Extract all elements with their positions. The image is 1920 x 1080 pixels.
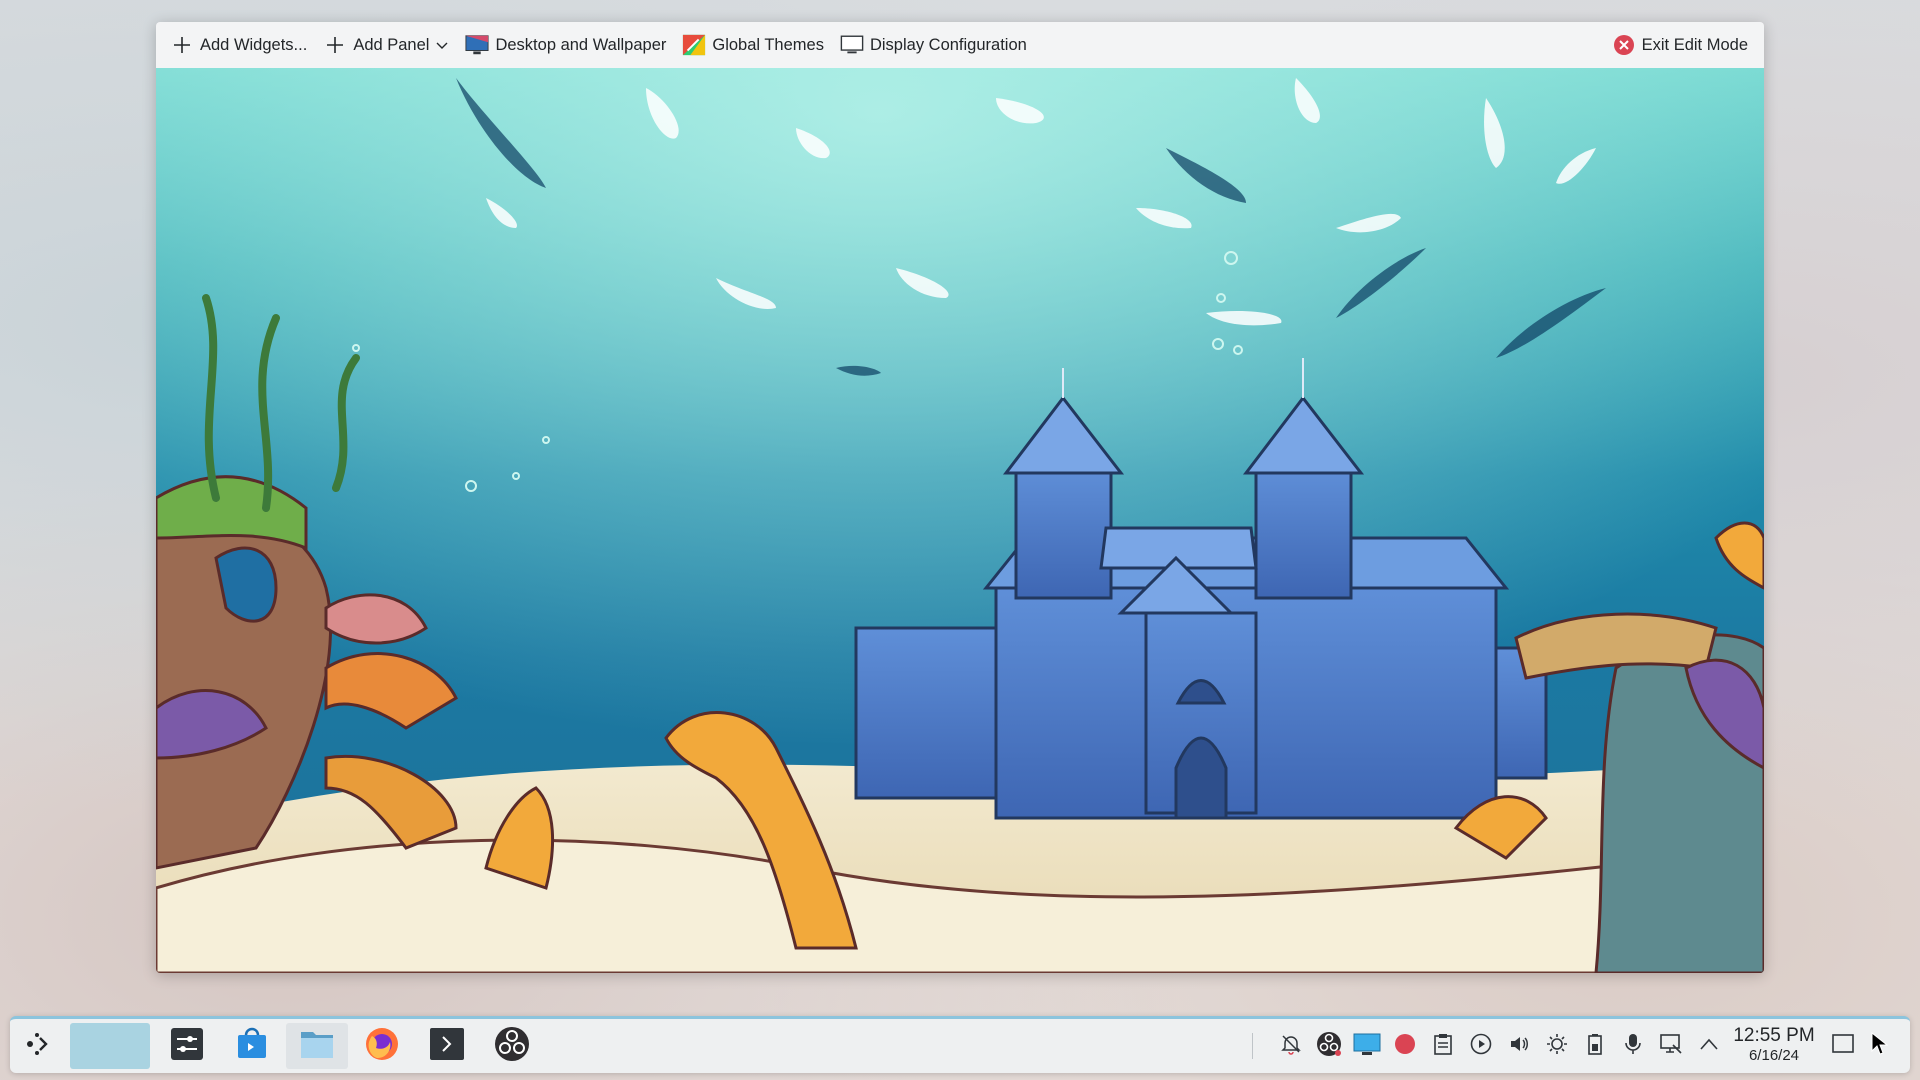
- media-player-tray-button[interactable]: [1466, 1031, 1496, 1061]
- desktop-wallpaper-label: Desktop and Wallpaper: [495, 35, 667, 54]
- global-themes-label: Global Themes: [712, 35, 824, 54]
- underwater-castle-illustration: [156, 68, 1764, 973]
- volume-tray-button[interactable]: [1504, 1031, 1534, 1061]
- plus-icon: [170, 33, 194, 57]
- obs-tray-icon: [1316, 1031, 1342, 1062]
- file-manager-task[interactable]: [286, 1023, 348, 1069]
- battery-tray-button[interactable]: [1580, 1031, 1610, 1061]
- desktop-wallpaper-button[interactable]: Desktop and Wallpaper: [459, 28, 672, 62]
- display-tray-icon: [1353, 1032, 1381, 1061]
- bottom-panel: 12:55 PM 6/16/24: [10, 1016, 1910, 1073]
- clock-time: 12:55 PM: [1733, 1025, 1815, 1046]
- obs-studio-icon: [494, 1026, 530, 1067]
- application-launcher-icon: [22, 1029, 52, 1064]
- clock-date: 6/16/24: [1748, 1047, 1800, 1064]
- edit-mode-toolbar: Add Widgets... Add Panel Desktop and Wal…: [156, 22, 1764, 68]
- exit-edit-mode-label: Exit Edit Mode: [1641, 35, 1748, 54]
- expand-tray-icon: [1699, 1037, 1719, 1056]
- system-settings-task[interactable]: [156, 1023, 218, 1069]
- desktop-wallpaper-icon: [465, 33, 490, 57]
- add-widgets-label: Add Widgets...: [200, 35, 308, 54]
- microphone-icon: [1622, 1033, 1644, 1060]
- discover-task[interactable]: [221, 1023, 283, 1069]
- battery-icon: [1587, 1033, 1603, 1060]
- desktop-pager[interactable]: [70, 1023, 150, 1069]
- add-widgets-button[interactable]: Add Widgets...: [164, 28, 313, 62]
- show-desktop-button[interactable]: [1828, 1031, 1858, 1061]
- display-configuration-button[interactable]: Display Configuration: [834, 28, 1033, 62]
- global-themes-icon: [682, 33, 706, 57]
- display-configuration-label: Display Configuration: [869, 35, 1027, 54]
- digital-clock[interactable]: 12:55 PM 6/16/24: [1724, 1025, 1824, 1065]
- brightness-icon: [1546, 1033, 1568, 1060]
- close-circle-icon: [1612, 33, 1636, 57]
- display-tray-button[interactable]: [1352, 1031, 1382, 1061]
- obs-tray-button[interactable]: [1314, 1031, 1344, 1061]
- wallpaper-preview: [156, 68, 1764, 973]
- edit-mode-frame: Add Widgets... Add Panel Desktop and Wal…: [156, 22, 1764, 973]
- add-panel-button[interactable]: Add Panel: [317, 28, 455, 62]
- notifications-button[interactable]: [1276, 1031, 1306, 1061]
- global-themes-button[interactable]: Global Themes: [676, 28, 830, 62]
- volume-icon: [1508, 1033, 1530, 1060]
- record-tray-button[interactable]: [1390, 1031, 1420, 1061]
- panel-separator: [1252, 1033, 1253, 1059]
- expand-tray-button[interactable]: [1694, 1031, 1724, 1061]
- application-launcher-button[interactable]: [12, 1023, 62, 1069]
- firefox-icon: [364, 1026, 400, 1067]
- record-icon: [1394, 1033, 1416, 1060]
- firefox-task[interactable]: [351, 1023, 413, 1069]
- media-player-icon: [1470, 1033, 1492, 1060]
- panel-configure-button[interactable]: [1864, 1031, 1894, 1061]
- chevron-down-icon: [435, 38, 449, 52]
- terminal-task[interactable]: [416, 1023, 478, 1069]
- discover-store-icon: [235, 1027, 269, 1066]
- network-tray-button[interactable]: [1656, 1031, 1686, 1061]
- system-settings-icon: [170, 1027, 204, 1066]
- file-manager-icon: [299, 1028, 335, 1065]
- network-icon: [1659, 1033, 1683, 1060]
- cursor-pointer-icon: [1870, 1031, 1889, 1061]
- show-desktop-icon: [1832, 1033, 1854, 1059]
- microphone-tray-button[interactable]: [1618, 1031, 1648, 1061]
- brightness-tray-button[interactable]: [1542, 1031, 1572, 1061]
- plus-icon: [323, 33, 347, 57]
- obs-studio-task[interactable]: [481, 1023, 543, 1069]
- clipboard-icon: [1433, 1033, 1453, 1060]
- terminal-icon: [429, 1027, 465, 1066]
- notifications-off-icon: [1280, 1033, 1302, 1060]
- monitor-icon: [840, 33, 864, 57]
- clipboard-tray-button[interactable]: [1428, 1031, 1458, 1061]
- add-panel-label: Add Panel: [353, 35, 430, 54]
- exit-edit-mode-button[interactable]: Exit Edit Mode: [1606, 28, 1754, 62]
